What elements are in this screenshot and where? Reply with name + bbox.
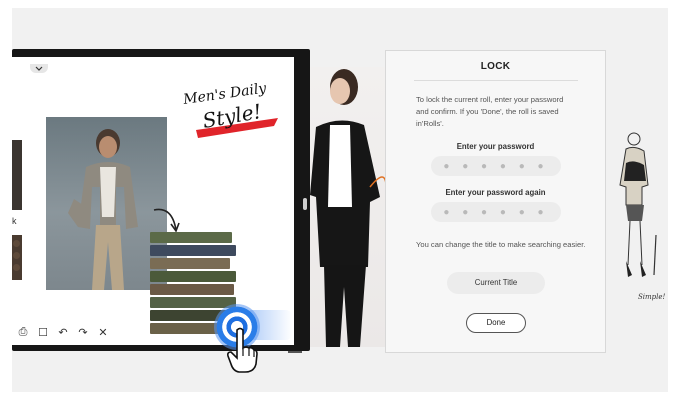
men-style-photo[interactable]: [46, 117, 167, 290]
swatch-dot: [13, 252, 20, 259]
confirm-password-label: Enter your password again: [445, 188, 546, 197]
fashion-sketch[interactable]: Simple!: [608, 125, 668, 325]
password-field[interactable]: ● ● ● ● ● ●: [431, 156, 561, 176]
lock-dialog: LOCK To lock the current roll, enter you…: [385, 50, 606, 353]
resize-handle[interactable]: [303, 198, 307, 210]
divider: [414, 80, 578, 81]
pointing-hand-icon: [227, 327, 258, 373]
dialog-description: To lock the current roll, enter your pas…: [416, 95, 564, 128]
done-button[interactable]: Done: [466, 313, 526, 333]
title-hint: You can change the title to make searchi…: [416, 240, 586, 249]
man-figure: [68, 129, 138, 290]
password-label: Enter your password: [456, 142, 535, 151]
redo-icon[interactable]: ↷: [76, 325, 90, 339]
model-figure: [310, 69, 386, 347]
sketch-caption: Simple!: [638, 293, 666, 301]
undo-icon[interactable]: ↶: [56, 325, 70, 339]
dialog-title: LOCK: [480, 61, 511, 72]
model-photo[interactable]: [310, 67, 386, 347]
chevron-down-icon: [35, 66, 43, 71]
handwriting-note[interactable]: Men's Daily Style!: [178, 78, 298, 148]
swatch-dot: [13, 264, 20, 271]
collapse-tab[interactable]: [30, 64, 48, 73]
current-title-button[interactable]: Current Title: [447, 272, 545, 294]
close-icon[interactable]: ✕: [96, 325, 110, 339]
swatch-dot: [13, 240, 20, 247]
save-icon[interactable]: ⎙: [16, 325, 30, 339]
confirm-password-field[interactable]: ● ● ● ● ● ●: [431, 202, 561, 222]
board-indicator: [288, 351, 302, 353]
pinned-photo-edge[interactable]: [12, 140, 22, 210]
whiteboard-toolbar: ⎙ ☐ ↶ ↷ ✕: [16, 322, 146, 342]
select-icon[interactable]: ☐: [36, 325, 50, 339]
side-note: k: [12, 216, 17, 226]
